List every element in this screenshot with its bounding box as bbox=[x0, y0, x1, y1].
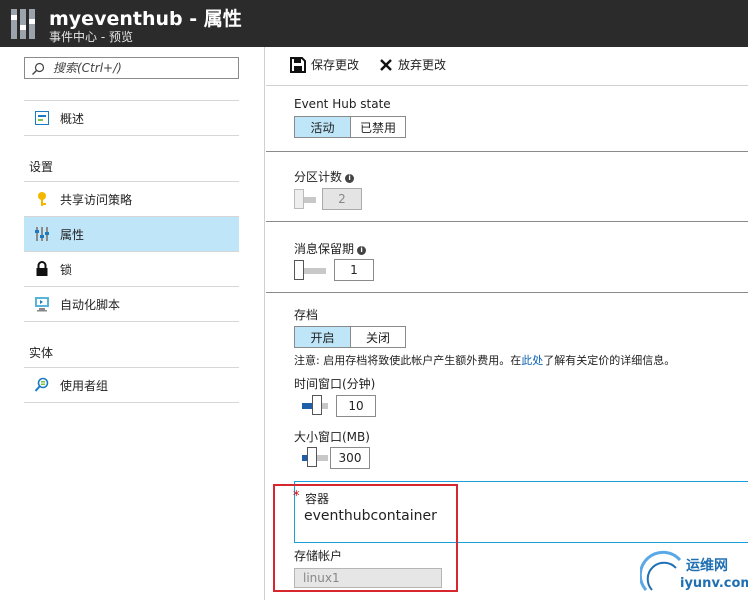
discard-button[interactable]: 放弃更改 bbox=[379, 56, 446, 73]
info-icon[interactable]: i bbox=[357, 246, 367, 255]
divider bbox=[24, 321, 239, 322]
blade-title: myeventhub - 属性 bbox=[49, 8, 242, 30]
blade-header: myeventhub - 属性 事件中心 - 预览 bbox=[0, 0, 748, 47]
state-option-disabled[interactable]: 已禁用 bbox=[350, 117, 405, 137]
save-button[interactable]: 保存更改 bbox=[290, 56, 359, 73]
partition-count-input: 2 bbox=[322, 188, 362, 210]
search-input[interactable] bbox=[53, 60, 233, 76]
key-icon bbox=[34, 191, 50, 207]
consumer-group-icon bbox=[34, 377, 50, 393]
overview-icon bbox=[34, 110, 50, 126]
retention-label: 消息保留期 i bbox=[294, 240, 367, 257]
archive-option-off[interactable]: 关闭 bbox=[350, 327, 405, 347]
time-window-slider-fill bbox=[302, 403, 312, 409]
retention-text: 消息保留期 bbox=[294, 242, 355, 256]
toolbar-divider bbox=[266, 85, 748, 86]
archive-note-suffix: 了解有关定价的详细信息。 bbox=[543, 354, 676, 367]
nav-item-lock[interactable]: 锁 bbox=[24, 252, 239, 286]
discard-label: 放弃更改 bbox=[398, 58, 447, 72]
archive-toggle: 开启 关闭 bbox=[294, 326, 406, 348]
size-window-input[interactable]: 300 bbox=[330, 447, 370, 469]
section-heading-settings: 设置 bbox=[29, 160, 54, 174]
nav-item-consumer-groups[interactable]: 使用者组 bbox=[24, 368, 239, 402]
time-window-label: 时间窗口(分钟) bbox=[294, 377, 376, 391]
archive-label: 存档 bbox=[294, 308, 319, 322]
nav-item-label: 自动化脚本 bbox=[60, 297, 121, 312]
time-window-input[interactable]: 10 bbox=[336, 395, 376, 417]
search-box[interactable] bbox=[24, 57, 239, 79]
retention-input[interactable]: 1 bbox=[334, 259, 374, 281]
section-divider bbox=[266, 292, 748, 293]
save-label: 保存更改 bbox=[311, 58, 360, 72]
divider bbox=[24, 135, 239, 136]
state-toggle: 活动 已禁用 bbox=[294, 116, 406, 138]
annotation-highlight-box bbox=[273, 484, 458, 592]
close-icon bbox=[380, 58, 392, 71]
section-divider bbox=[266, 221, 748, 222]
properties-icon bbox=[34, 226, 50, 242]
watermark-line1: 运维网 bbox=[686, 558, 728, 574]
partition-slider-thumb bbox=[294, 189, 304, 209]
archive-option-on[interactable]: 开启 bbox=[295, 327, 350, 347]
partition-count-text: 分区计数 bbox=[294, 170, 343, 184]
nav-item-shared-access-policies[interactable]: 共享访问策略 bbox=[24, 182, 239, 216]
automation-script-icon bbox=[34, 296, 50, 312]
nav-item-label: 锁 bbox=[60, 262, 73, 277]
divider bbox=[24, 402, 239, 403]
nav-item-label: 概述 bbox=[60, 111, 85, 126]
partition-count-label: 分区计数 i bbox=[294, 168, 355, 185]
size-window-label: 大小窗口(MB) bbox=[294, 430, 370, 444]
nav-item-label: 共享访问策略 bbox=[60, 192, 133, 207]
watermark-line2: iyunv.com bbox=[680, 576, 748, 591]
size-window-slider-thumb[interactable] bbox=[307, 447, 317, 467]
event-hub-icon bbox=[11, 9, 37, 39]
retention-slider-thumb[interactable] bbox=[294, 260, 304, 280]
site-watermark: 运维网 iyunv.com bbox=[638, 550, 748, 596]
lock-icon bbox=[34, 261, 50, 277]
archive-note: 注意: 启用存档将致使此帐户产生额外费用。在此处了解有关定价的详细信息。 bbox=[294, 352, 675, 368]
partition-slider-track bbox=[304, 197, 316, 203]
search-icon bbox=[32, 62, 45, 75]
nav-item-automation-script[interactable]: 自动化脚本 bbox=[24, 287, 239, 321]
pricing-link[interactable]: 此处 bbox=[521, 354, 543, 367]
section-heading-entities: 实体 bbox=[29, 346, 54, 360]
section-divider bbox=[266, 151, 748, 152]
resource-menu: 概述 设置 共享访问策略 属性 锁 自动化脚本 实体 使用者组 bbox=[0, 47, 265, 600]
nav-item-overview[interactable]: 概述 bbox=[24, 101, 239, 135]
save-icon bbox=[290, 56, 306, 73]
nav-item-label: 属性 bbox=[60, 227, 85, 242]
time-window-slider-thumb[interactable] bbox=[312, 395, 322, 415]
retention-slider-track[interactable] bbox=[304, 268, 326, 274]
blade-subtitle: 事件中心 - 预览 bbox=[49, 30, 133, 44]
state-label: Event Hub state bbox=[294, 97, 391, 111]
state-option-active[interactable]: 活动 bbox=[295, 117, 350, 137]
info-icon[interactable]: i bbox=[345, 174, 355, 183]
nav-item-properties[interactable]: 属性 bbox=[24, 217, 239, 251]
nav-item-label: 使用者组 bbox=[60, 378, 109, 393]
archive-note-prefix: 注意: 启用存档将致使此帐户产生额外费用。在 bbox=[294, 354, 522, 367]
